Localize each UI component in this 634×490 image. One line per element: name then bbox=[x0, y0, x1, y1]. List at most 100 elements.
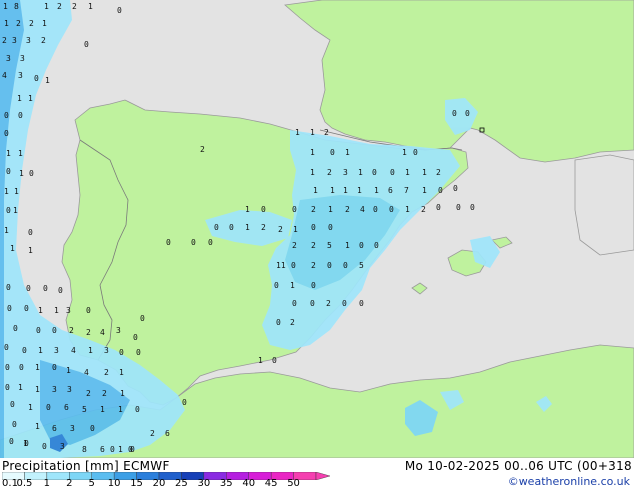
scale-label: 30 bbox=[197, 478, 211, 489]
precip-value-label: 0 bbox=[136, 348, 141, 357]
precip-value-label: 0 bbox=[311, 281, 316, 290]
precip-value-label: 0 bbox=[110, 445, 115, 454]
precip-value-label: 1 bbox=[3, 2, 8, 11]
precip-value-label: 0 bbox=[86, 306, 91, 315]
precip-value-label: 0 bbox=[36, 326, 41, 335]
precip-value-label: 0 bbox=[46, 403, 51, 412]
precip-value-label: 0 bbox=[182, 398, 187, 407]
precip-value-label: 0 bbox=[208, 238, 213, 247]
precip-value-label: 0 bbox=[413, 148, 418, 157]
precip-value-label: 1 bbox=[119, 368, 124, 377]
precip-value-label: 0 bbox=[291, 261, 296, 270]
precip-value-label: 0 bbox=[343, 261, 348, 270]
precip-value-label: 0 bbox=[438, 186, 443, 195]
precip-value-label: 1 bbox=[42, 19, 47, 28]
precip-value-label: 1 bbox=[54, 306, 59, 315]
precip-value-label: 0 bbox=[28, 228, 33, 237]
precip-value-label: 0 bbox=[5, 363, 10, 372]
precip-value-label: 0 bbox=[7, 304, 12, 313]
precip-value-label: 2 bbox=[72, 2, 77, 11]
precip-value-label: 0 bbox=[135, 405, 140, 414]
precip-value-label: 2 bbox=[261, 223, 266, 232]
precip-value-label: 0 bbox=[229, 223, 234, 232]
precip-value-label: 2 bbox=[311, 261, 316, 270]
precip-value-label: 6 bbox=[52, 424, 57, 433]
precip-value-label: 0 bbox=[6, 283, 11, 292]
precip-value-label: 0 bbox=[374, 241, 379, 250]
precip-value-label: 0 bbox=[6, 206, 11, 215]
precip-value-label: 0 bbox=[4, 129, 9, 138]
precip-value-label: 2 bbox=[57, 2, 62, 11]
precip-value-label: 2 bbox=[16, 19, 21, 28]
valid-time: Mo 10-02-2025 00..06 UTC (00+318 bbox=[404, 459, 632, 473]
precip-value-label: 0 bbox=[191, 238, 196, 247]
precip-value-label: 0 bbox=[26, 284, 31, 293]
precip-value-label: 2 bbox=[41, 36, 46, 45]
precip-value-label: 0 bbox=[34, 74, 39, 83]
precip-value-label: 3 bbox=[6, 54, 11, 63]
precip-value-label: 0 bbox=[52, 326, 57, 335]
precip-value-label: 0 bbox=[24, 439, 29, 448]
precip-value-label: 8 bbox=[82, 445, 87, 454]
precip-value-label: 0 bbox=[465, 109, 470, 118]
precip-value-label: 0 bbox=[58, 286, 63, 295]
precip-value-label: 1 bbox=[38, 346, 43, 355]
precip-value-label: 0 bbox=[12, 420, 17, 429]
precip-value-label: 1 bbox=[18, 149, 23, 158]
precip-value-label: 1 bbox=[100, 405, 105, 414]
scale-label: 15 bbox=[130, 478, 143, 489]
precip-value-label: 0 bbox=[292, 205, 297, 214]
precip-value-label: 3 bbox=[18, 71, 23, 80]
precip-value-label: 2 bbox=[345, 205, 350, 214]
precip-value-label: 1 bbox=[35, 363, 40, 372]
precip-value-label: 2 bbox=[102, 389, 107, 398]
precip-value-label: 3 bbox=[343, 168, 348, 177]
precip-value-label: 0 bbox=[327, 261, 332, 270]
precip-value-label: 0 bbox=[389, 205, 394, 214]
precip-value-label: 1 bbox=[66, 366, 71, 375]
precip-value-label: 0 bbox=[90, 424, 95, 433]
precip-value-label: 1 bbox=[422, 168, 427, 177]
precip-value-label: 0 bbox=[359, 299, 364, 308]
scale-label: 35 bbox=[219, 478, 233, 489]
precip-value-label: 1 bbox=[328, 205, 333, 214]
precip-value-label: 6 bbox=[64, 403, 69, 412]
precip-value-label: 0 bbox=[84, 40, 89, 49]
precip-value-label: 0 bbox=[330, 148, 335, 157]
precip-value-label: 1 bbox=[310, 128, 315, 137]
precip-value-label: 3 bbox=[12, 36, 17, 45]
precip-value-label: 2 bbox=[278, 225, 283, 234]
precip-value-label: 0 bbox=[456, 203, 461, 212]
precip-value-label: 1 bbox=[45, 76, 50, 85]
precip-value-label: 1 bbox=[374, 186, 379, 195]
precip-value-label: 0 bbox=[328, 223, 333, 232]
precip-value-label: 2 bbox=[421, 205, 426, 214]
precip-value-label: 1 bbox=[258, 356, 263, 365]
precip-value-label: 3 bbox=[54, 346, 59, 355]
precip-value-label: 0 bbox=[342, 299, 347, 308]
precip-value-label: 0 bbox=[390, 168, 395, 177]
precip-value-label: 3 bbox=[66, 306, 71, 315]
precip-value-label: 3 bbox=[67, 385, 72, 394]
precip-value-label: 0 bbox=[272, 356, 277, 365]
credit-link[interactable]: ©weatheronline.co.uk bbox=[508, 475, 630, 488]
precip-value-label: 3 bbox=[116, 326, 121, 335]
precip-value-label: 2 bbox=[311, 241, 316, 250]
precip-value-label: 1 bbox=[357, 186, 362, 195]
precip-value-label: 0 bbox=[4, 111, 9, 120]
precip-value-label: 0 bbox=[117, 6, 122, 15]
scale-label: 1 bbox=[43, 478, 51, 489]
precip-value-label: 1 bbox=[405, 168, 410, 177]
precip-value-label: 0 bbox=[274, 281, 279, 290]
precip-value-label: 1 bbox=[405, 205, 410, 214]
precip-value-label: 1 bbox=[17, 94, 22, 103]
scale-label: 2 bbox=[66, 478, 73, 489]
precip-value-label: 0 bbox=[5, 383, 10, 392]
precip-value-label: 2 bbox=[104, 368, 109, 377]
scale-label: 0.5 bbox=[16, 478, 33, 489]
precip-value-label: 1 bbox=[293, 225, 298, 234]
precip-value-label: 0 bbox=[22, 346, 27, 355]
precip-value-label: 0 bbox=[292, 299, 297, 308]
precip-value-label: 6 bbox=[388, 186, 393, 195]
precip-value-label: 3 bbox=[52, 385, 57, 394]
